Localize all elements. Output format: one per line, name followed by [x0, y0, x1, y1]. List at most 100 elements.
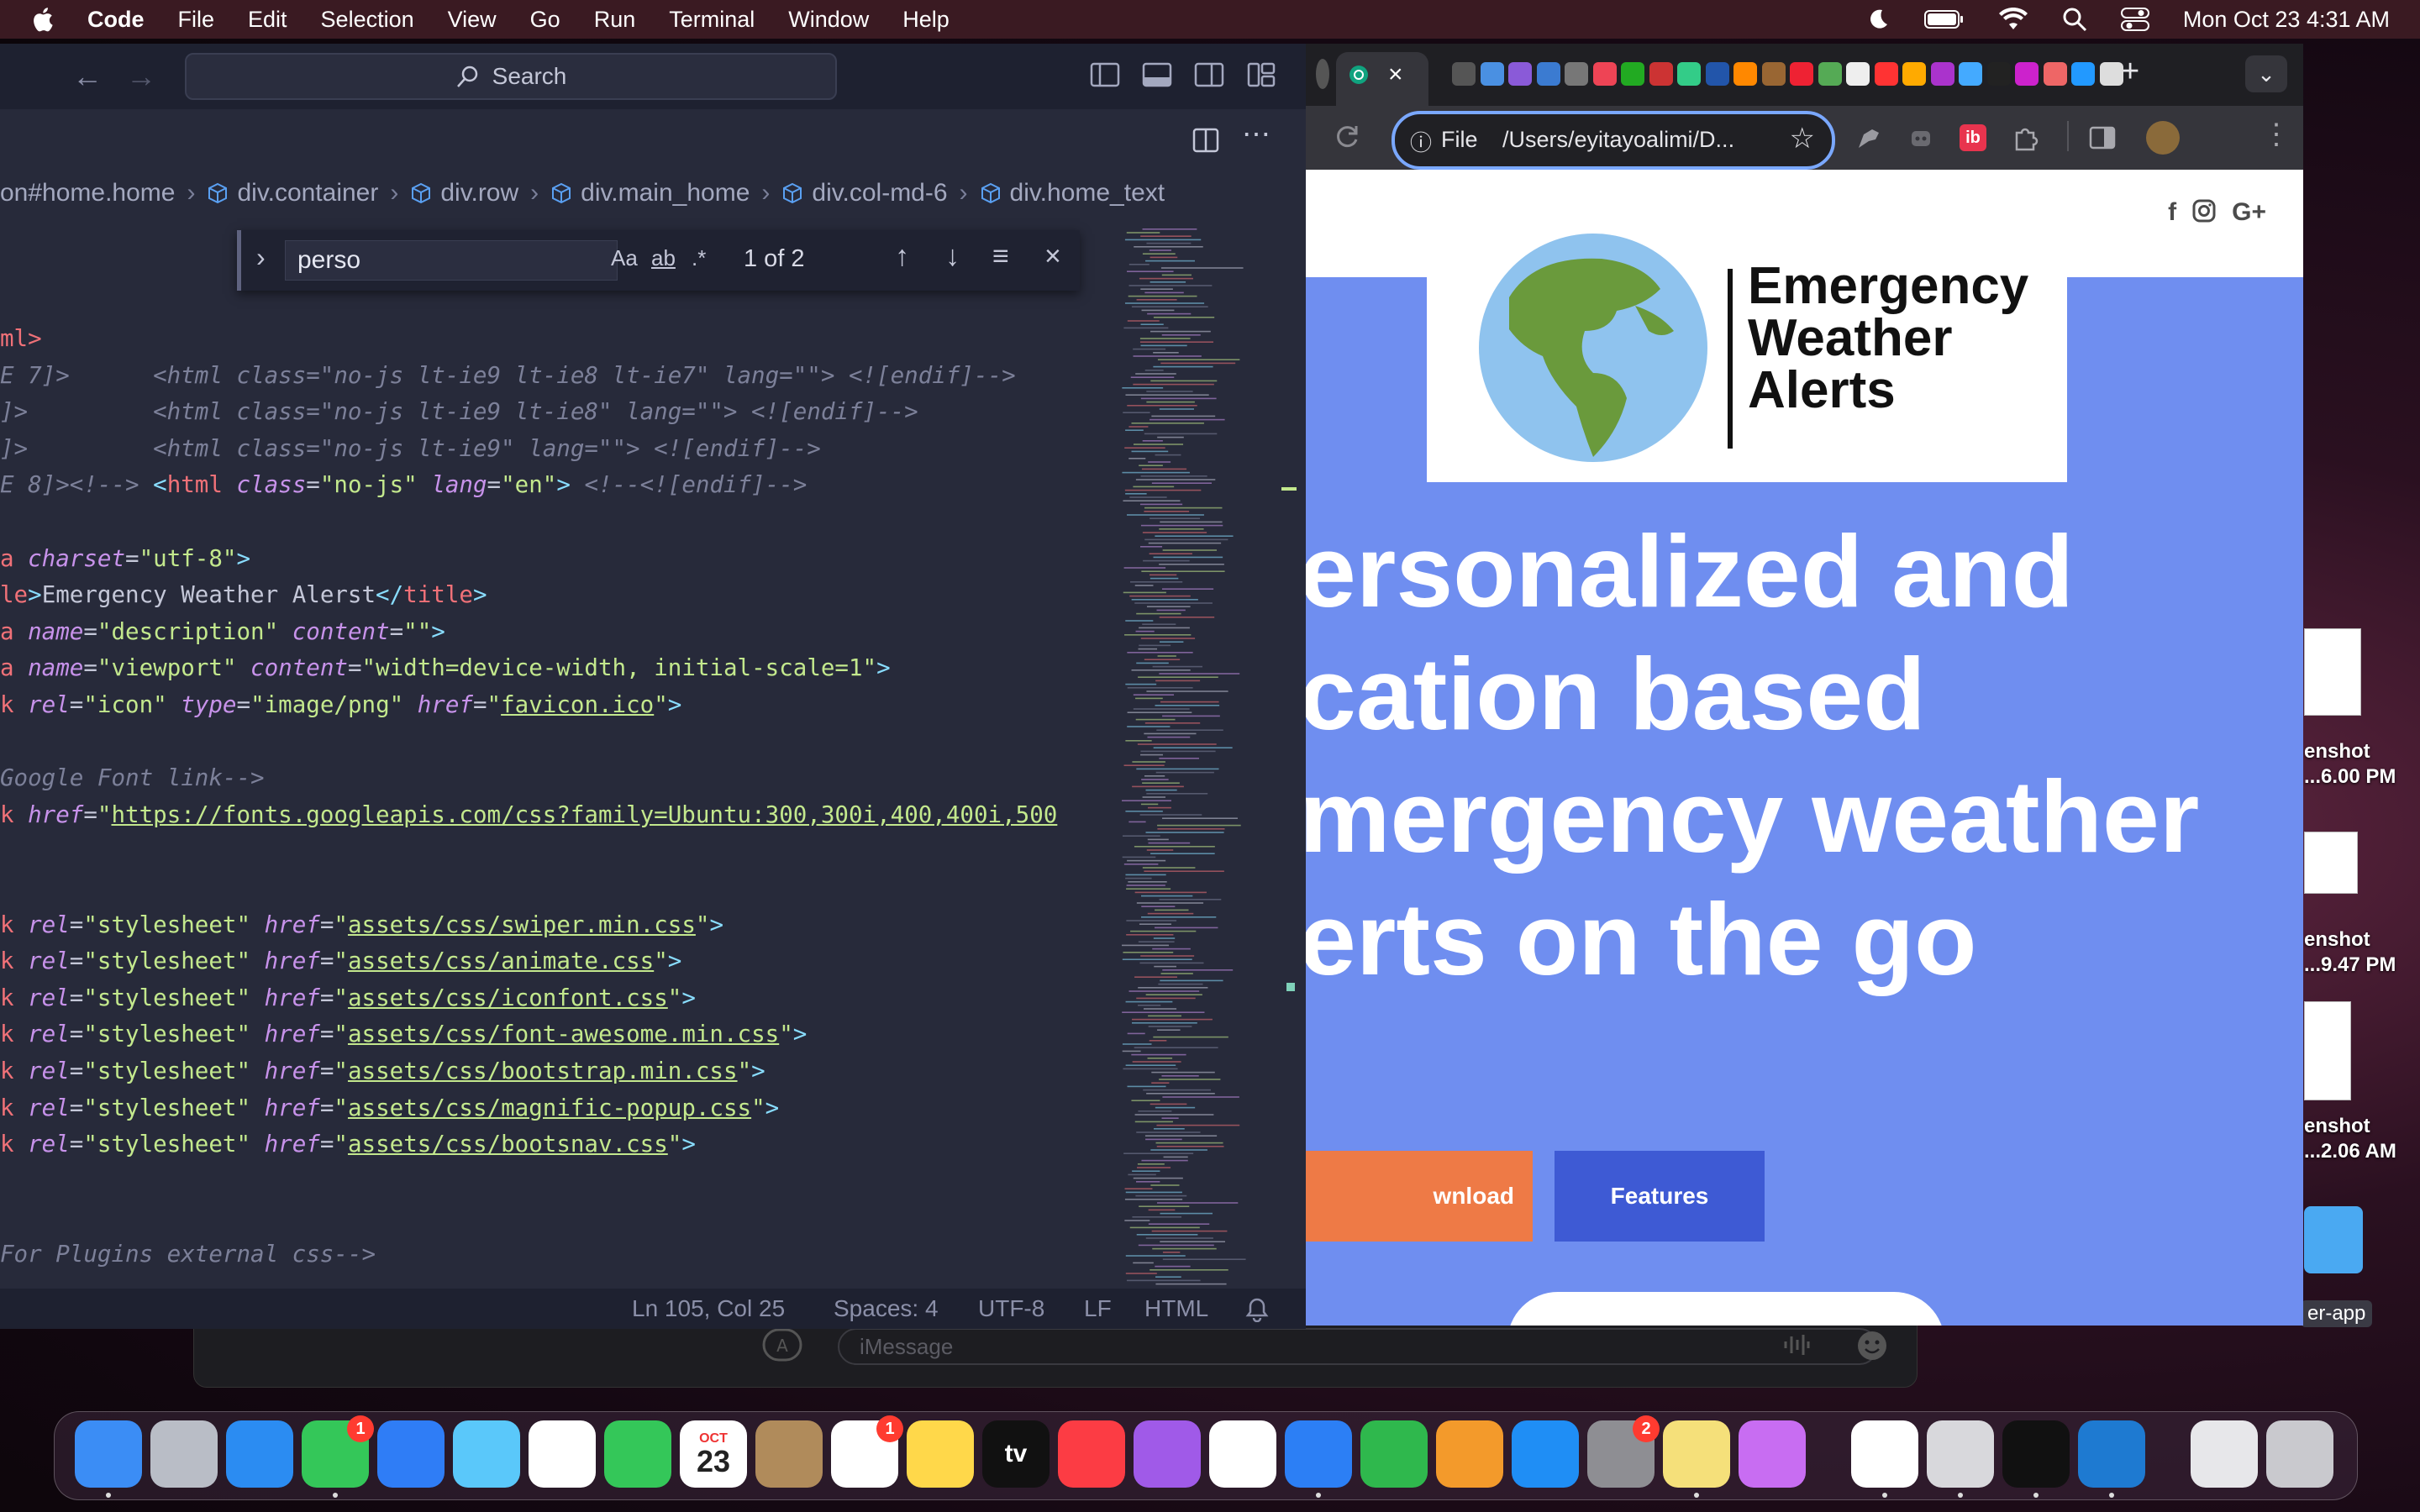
forward-arrow-icon[interactable]: →	[126, 59, 156, 94]
system-settings-icon[interactable]: 2	[1587, 1415, 1660, 1488]
audio-waveform-icon[interactable]	[1782, 1333, 1811, 1357]
facebook-icon[interactable]: f	[2168, 198, 2176, 227]
menu-help[interactable]: Help	[902, 7, 950, 33]
wifi-icon[interactable]	[1998, 8, 2028, 31]
more-actions-icon[interactable]: ⋯	[1242, 118, 1270, 151]
tab-favicon[interactable]	[1536, 62, 1560, 86]
code-line[interactable]: k rel="stylesheet" href="assets/css/magn…	[0, 1090, 779, 1126]
command-center-search[interactable]: Search	[185, 53, 837, 100]
safari-icon[interactable]	[226, 1420, 293, 1488]
notes-icon[interactable]	[907, 1420, 974, 1488]
code-line[interactable]: k rel="stylesheet" href="assets/css/boot…	[0, 1126, 696, 1163]
apple-tv-icon[interactable]: tv	[982, 1420, 1050, 1488]
tab-favicon[interactable]	[1986, 62, 2011, 86]
previous-match-arrow-icon[interactable]: ↑	[895, 240, 909, 273]
active-tab[interactable]: ×	[1336, 52, 1428, 106]
code-line[interactable]: a name="viewport" content="width=device-…	[0, 650, 891, 686]
emoji-icon[interactable]	[1856, 1330, 1888, 1362]
code-line[interactable]: k href="https://fonts.googleapis.com/css…	[0, 797, 1057, 833]
chrome-menu-kebab-icon[interactable]: ⋮	[2262, 118, 2291, 151]
extensions-puzzle-icon[interactable]	[2010, 123, 2040, 153]
menu-selection[interactable]: Selection	[321, 7, 414, 33]
menu-edit[interactable]: Edit	[248, 7, 287, 33]
find-in-selection-icon[interactable]: ≡	[992, 240, 1009, 273]
tab-favicon[interactable]	[1452, 62, 1476, 86]
tab-favicon[interactable]	[1846, 62, 1870, 86]
tab-search-chevron-icon[interactable]: ⌄	[2245, 55, 2287, 92]
code-line[interactable]: For Plugins external css-->	[0, 1236, 376, 1273]
breadcrumb-item[interactable]: div.main_home	[581, 179, 750, 207]
code-line[interactable]: k rel="stylesheet" href="assets/css/font…	[0, 1016, 807, 1053]
finder-icon[interactable]	[75, 1420, 142, 1488]
match-case-toggle[interactable]: Aa	[611, 245, 638, 271]
address-bar[interactable]: ⓘ File /Users/eyitayoalimi/D... ☆	[1392, 111, 1835, 170]
menu-run[interactable]: Run	[594, 7, 636, 33]
google-plus-icon[interactable]: G+	[2232, 198, 2266, 227]
tab-favicon[interactable]	[1621, 62, 1644, 86]
music-icon[interactable]	[1058, 1420, 1125, 1488]
tab-favicon[interactable]	[2043, 62, 2067, 86]
vscode-icon[interactable]	[2078, 1420, 2145, 1488]
split-editor-icon[interactable]	[1192, 126, 1220, 155]
podcasts-icon[interactable]	[1134, 1420, 1201, 1488]
bookmark-star-icon[interactable]: ☆	[1790, 122, 1815, 155]
messages-icon[interactable]: 1	[302, 1415, 374, 1488]
extension-mascot-icon[interactable]	[1854, 123, 1884, 153]
trash-icon[interactable]	[2266, 1420, 2333, 1488]
status-eol[interactable]: LF	[1084, 1295, 1112, 1322]
regex-toggle[interactable]: .*	[692, 245, 706, 271]
find-input[interactable]: perso	[285, 240, 618, 281]
menu-go[interactable]: Go	[530, 7, 560, 33]
site-info-icon[interactable]: ⓘ	[1410, 126, 1432, 157]
toggle-primary-sidebar-icon[interactable]	[1089, 59, 1121, 91]
close-find-icon[interactable]: ×	[1044, 240, 1061, 273]
terminal-icon[interactable]	[2002, 1420, 2070, 1488]
menu-file[interactable]: File	[178, 7, 215, 33]
code-line[interactable]: k rel="stylesheet" href="assets/css/swip…	[0, 907, 723, 943]
tab-favicon[interactable]	[1930, 62, 1954, 86]
status-language[interactable]: HTML	[1144, 1295, 1208, 1322]
calendar-icon[interactable]: OCT 23	[680, 1420, 747, 1488]
facetime-icon[interactable]	[604, 1420, 671, 1488]
breadcrumb-item[interactable]: div.row	[440, 179, 518, 207]
tab-favicon[interactable]	[1677, 62, 1701, 86]
toggle-secondary-sidebar-icon[interactable]	[1193, 59, 1225, 91]
code-line[interactable]: k rel="stylesheet" href="assets/css/icon…	[0, 980, 696, 1016]
contacts-icon[interactable]	[755, 1420, 823, 1488]
menu-terminal[interactable]: Terminal	[669, 7, 755, 33]
customize-layout-icon[interactable]	[1245, 59, 1277, 91]
tab-favicon[interactable]	[1874, 62, 1898, 86]
status-indentation[interactable]: Spaces: 4	[834, 1295, 939, 1322]
code-line[interactable]: ml>	[0, 321, 42, 357]
news-icon[interactable]	[1209, 1420, 1276, 1488]
extension-ib-icon[interactable]: ib	[1960, 124, 1986, 151]
desktop-folder-label[interactable]: er-app	[2301, 1300, 2373, 1327]
reload-icon[interactable]	[1333, 123, 1361, 151]
tab-favicon[interactable]	[1565, 62, 1588, 86]
profile-avatar[interactable]	[2146, 121, 2180, 155]
tab-favicon[interactable]	[1790, 62, 1813, 86]
imessage-input[interactable]: iMessage	[838, 1328, 1878, 1365]
extension-robot-icon[interactable]	[1906, 123, 1936, 153]
mail-icon[interactable]	[377, 1420, 445, 1488]
tab-favicon[interactable]	[1705, 62, 1729, 86]
app-store-sticker-icon[interactable]: A	[762, 1328, 802, 1362]
tab-favicon[interactable]	[1480, 62, 1504, 86]
battery-icon[interactable]	[1923, 8, 1965, 30]
code-line[interactable]: k rel="icon" type="image/png" href="favi…	[0, 687, 681, 723]
keynote-icon[interactable]	[1285, 1420, 1352, 1488]
downloads-stack-icon[interactable]	[2191, 1420, 2258, 1488]
code-line[interactable]: ]> <html class="no-js lt-ie9" lang=""> <…	[0, 431, 821, 467]
stickies-icon[interactable]	[1663, 1420, 1730, 1488]
code-editor[interactable]: ml> E 7]> <html class="no-js lt-ie9 lt-ie…	[0, 321, 1109, 1329]
next-match-arrow-icon[interactable]: ↓	[945, 240, 960, 273]
launchpad-icon[interactable]	[150, 1420, 218, 1488]
minimap[interactable]	[1113, 220, 1298, 1312]
menu-app-name[interactable]: Code	[87, 7, 145, 33]
code-line[interactable]: k rel="stylesheet" href="assets/css/boot…	[0, 1053, 765, 1089]
instagram-icon[interactable]	[2191, 198, 2217, 223]
tab-favicon[interactable]	[2099, 62, 2123, 86]
code-line[interactable]: a charset="utf-8">	[0, 541, 250, 577]
whole-word-toggle[interactable]: ab	[651, 245, 676, 271]
back-arrow-icon[interactable]: ←	[72, 59, 103, 94]
